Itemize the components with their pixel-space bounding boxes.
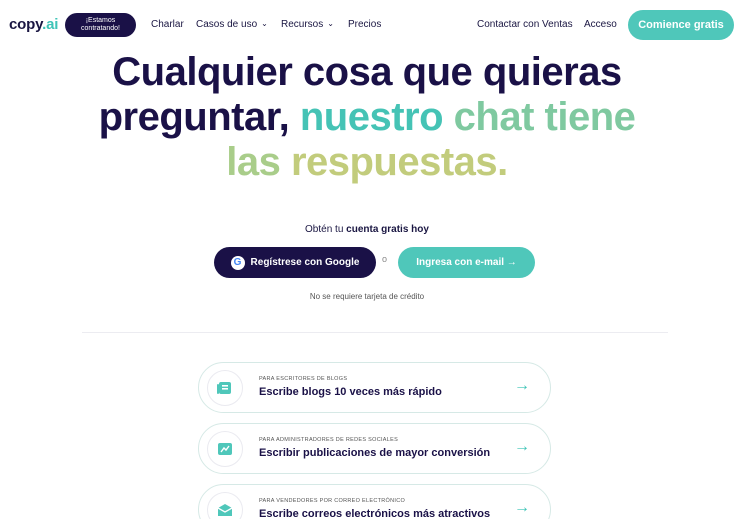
use-case-eyebrow: PARA ADMINISTRADORES DE REDES SOCIALES — [259, 437, 399, 443]
hiring-badge[interactable]: ¡Estamos contratando! — [65, 13, 136, 37]
hero-line-2: preguntar, nuestro chat tiene — [98, 95, 636, 139]
nav-item-recursos[interactable]: Recursos ⌄ — [281, 19, 334, 30]
use-case-title: Escribe blogs 10 veces más rápido — [259, 386, 442, 398]
chevron-down-icon: ⌄ — [261, 19, 268, 28]
copyai-logo[interactable]: copy.ai — [9, 16, 58, 33]
google-signup-button[interactable]: G Regístrese con Google — [214, 247, 376, 278]
login-link[interactable]: Acceso — [584, 19, 617, 30]
arrow-right-icon: → — [514, 499, 530, 516]
use-case-title: Escribir publicaciones de mayor conversi… — [259, 447, 491, 459]
section-divider — [82, 332, 668, 333]
hero-line-3: las respuestas. — [226, 140, 508, 184]
or-separator: o — [382, 254, 388, 264]
google-icon: G — [230, 255, 245, 270]
use-case-eyebrow: PARA VENDEDORES POR CORREO ELECTRÓNICO — [259, 498, 406, 504]
chevron-down-icon: ⌄ — [327, 19, 334, 28]
blog-icon — [207, 370, 243, 406]
arrow-right-icon: → — [514, 377, 530, 394]
free-account-offer: Obtén tu cuenta gratis hoy — [305, 224, 429, 235]
hiring-badge-line2: contratando! — [81, 25, 120, 32]
use-case-card-social[interactable]: PARA ADMINISTRADORES DE REDES SOCIALES E… — [198, 423, 551, 474]
nav-item-charlar[interactable]: Charlar — [151, 19, 184, 30]
social-post-icon — [207, 431, 243, 467]
use-case-card-blogs[interactable]: PARA ESCRITORES DE BLOGS Escribe blogs 1… — [198, 362, 551, 413]
arrow-right-icon: → — [514, 438, 530, 455]
use-case-eyebrow: PARA ESCRITORES DE BLOGS — [259, 376, 348, 382]
top-nav: copy.ai ¡Estamos contratando! Charlar Ca… — [0, 0, 734, 50]
google-signup-label: Regístrese con Google — [250, 257, 360, 268]
contact-sales-link[interactable]: Contactar con Ventas — [477, 19, 573, 30]
nav-item-precios[interactable]: Precios — [348, 19, 381, 30]
hero-line-1: Cualquier cosa que quieras — [112, 50, 622, 94]
email-icon — [207, 492, 243, 519]
hero-headline: Cualquier cosa que quieras preguntar, nu… — [0, 50, 734, 185]
no-card-note: No se requiere tarjeta de crédito — [309, 292, 425, 301]
nav-item-casos-de-uso[interactable]: Casos de uso ⌄ — [196, 19, 268, 30]
start-free-button[interactable]: Comience gratis — [628, 10, 734, 40]
use-case-card-email[interactable]: PARA VENDEDORES POR CORREO ELECTRÓNICO E… — [198, 484, 551, 519]
use-case-title: Escribe correos electrónicos más atracti… — [259, 508, 491, 519]
email-signup-button[interactable]: Ingresa con e-mail → — [398, 247, 535, 278]
hiring-badge-line1: ¡Estamos — [85, 17, 116, 24]
